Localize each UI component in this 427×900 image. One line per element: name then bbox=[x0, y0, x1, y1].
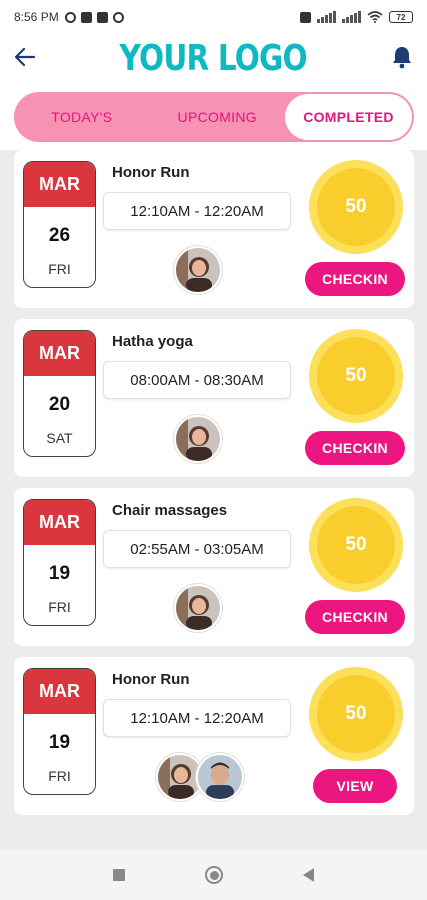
date-weekday: SAT bbox=[46, 430, 73, 446]
signal-2-icon bbox=[342, 11, 361, 23]
status-time: 8:56 PM bbox=[14, 10, 59, 24]
event-card[interactable]: MAR 20 SAT Hatha yoga 08:00AM - 08:30AM … bbox=[14, 319, 414, 477]
app-bar: YOUR LOGO bbox=[0, 34, 427, 82]
event-title: Chair massages bbox=[112, 502, 228, 519]
tab-bar: TODAY'S UPCOMING COMPLETED bbox=[14, 92, 414, 142]
mail-icon bbox=[96, 11, 108, 23]
signal-icon bbox=[317, 11, 336, 23]
event-title: Hatha yoga bbox=[112, 333, 193, 350]
alarm-icon bbox=[64, 11, 76, 23]
date-month: MAR bbox=[24, 162, 95, 207]
points-value: 50 bbox=[317, 675, 395, 753]
date-weekday: FRI bbox=[48, 261, 71, 277]
date-badge: MAR 20 SAT bbox=[23, 330, 96, 457]
event-time: 02:55AM - 03:05AM bbox=[103, 530, 291, 568]
tabs-container: TODAY'S UPCOMING COMPLETED bbox=[0, 82, 427, 150]
event-time: 12:10AM - 12:20AM bbox=[103, 699, 291, 737]
notifications-button[interactable] bbox=[387, 42, 417, 72]
checkin-button[interactable]: CHECKIN bbox=[305, 600, 405, 634]
event-card[interactable]: MAR 26 FRI Honor Run 12:10AM - 12:20AM 5… bbox=[14, 150, 414, 308]
event-title: Honor Run bbox=[112, 164, 190, 181]
battery-icon: 72 bbox=[389, 11, 413, 23]
avatar bbox=[196, 753, 244, 801]
date-day: 20 bbox=[48, 394, 71, 415]
status-bar: 8:56 PM 72 bbox=[0, 0, 427, 34]
recents-icon[interactable] bbox=[113, 869, 125, 881]
date-month: MAR bbox=[24, 669, 95, 714]
points-badge: 50 bbox=[309, 667, 403, 761]
system-nav-bar bbox=[0, 850, 427, 900]
date-day: 26 bbox=[48, 225, 71, 246]
checkin-button[interactable]: CHECKIN bbox=[305, 431, 405, 465]
points-badge: 50 bbox=[309, 160, 403, 254]
tab-todays[interactable]: TODAY'S bbox=[14, 109, 150, 125]
settings-icon bbox=[112, 11, 124, 23]
event-card[interactable]: MAR 19 FRI Chair massages 02:55AM - 03:0… bbox=[14, 488, 414, 646]
date-badge: MAR 19 FRI bbox=[23, 499, 96, 626]
date-month: MAR bbox=[24, 500, 95, 545]
arrow-left-icon bbox=[14, 47, 36, 67]
event-list: MAR 26 FRI Honor Run 12:10AM - 12:20AM 5… bbox=[14, 150, 414, 826]
tab-upcoming[interactable]: UPCOMING bbox=[150, 109, 286, 125]
event-time: 08:00AM - 08:30AM bbox=[103, 361, 291, 399]
wifi-icon bbox=[367, 11, 383, 23]
participant-avatars bbox=[174, 584, 222, 632]
date-day: 19 bbox=[48, 563, 71, 584]
back-triangle-icon[interactable] bbox=[303, 868, 314, 882]
home-icon[interactable] bbox=[205, 866, 223, 884]
back-button[interactable] bbox=[10, 42, 40, 72]
event-time: 12:10AM - 12:20AM bbox=[103, 192, 291, 230]
bell-icon bbox=[393, 47, 411, 69]
view-button[interactable]: VIEW bbox=[313, 769, 397, 803]
avatar bbox=[174, 415, 222, 463]
participant-avatars bbox=[174, 246, 222, 294]
participant-avatars bbox=[156, 753, 244, 801]
points-badge: 50 bbox=[309, 329, 403, 423]
date-badge: MAR 19 FRI bbox=[23, 668, 96, 795]
shield-icon bbox=[80, 11, 92, 23]
points-value: 50 bbox=[317, 168, 395, 246]
participant-avatars bbox=[174, 415, 222, 463]
event-card[interactable]: MAR 19 FRI Honor Run 12:10AM - 12:20AM 5… bbox=[14, 657, 414, 815]
date-badge: MAR 26 FRI bbox=[23, 161, 96, 288]
checkin-button[interactable]: CHECKIN bbox=[305, 262, 405, 296]
tab-completed[interactable]: COMPLETED bbox=[285, 94, 412, 140]
volte-icon bbox=[300, 11, 311, 23]
date-month: MAR bbox=[24, 331, 95, 376]
points-value: 50 bbox=[317, 506, 395, 584]
points-badge: 50 bbox=[309, 498, 403, 592]
date-weekday: FRI bbox=[48, 768, 71, 784]
event-title: Honor Run bbox=[112, 671, 190, 688]
date-weekday: FRI bbox=[48, 599, 71, 615]
avatar bbox=[174, 246, 222, 294]
avatar bbox=[174, 584, 222, 632]
app-logo: YOUR LOGO bbox=[119, 37, 308, 79]
date-day: 19 bbox=[48, 732, 71, 753]
points-value: 50 bbox=[317, 337, 395, 415]
